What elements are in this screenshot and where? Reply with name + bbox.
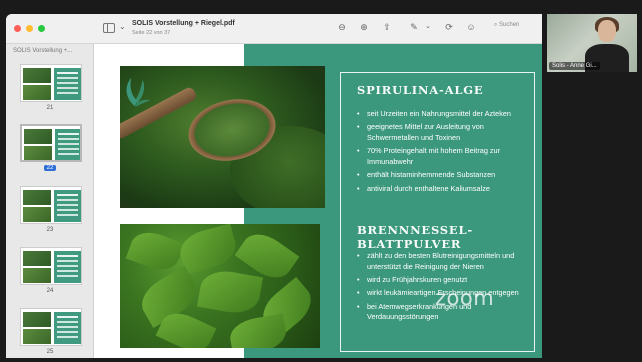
list-item: enthält histaminhemmende Substanzen (357, 170, 535, 181)
search-placeholder: Suchen (499, 22, 520, 28)
share-icon[interactable]: ⇪ (381, 22, 393, 33)
chevron-down-icon[interactable]: ⌄ (119, 22, 126, 31)
sidebar-header: SOLIS Vorstellung +... (13, 48, 73, 54)
page-thumbnail-21[interactable] (20, 64, 82, 102)
page-number-24: 24 (46, 288, 54, 294)
annotate-icon[interactable]: ☺ (465, 22, 477, 32)
zoom-watermark: zoom (435, 286, 495, 310)
page-thumbnail-22[interactable] (20, 124, 82, 162)
list-item: seit Urzeiten ein Nahrungsmittel der Azt… (357, 109, 535, 120)
section-heading-spirulina: SPIRULINA-ALGE (357, 83, 484, 97)
maximize-window-button[interactable] (38, 25, 45, 32)
slide-page: SPIRULINA-ALGE seit Urzeiten ein Nahrung… (94, 44, 542, 358)
rotate-icon[interactable]: ⟳ (443, 22, 455, 33)
page-number-21: 21 (46, 105, 54, 111)
info-panel: SPIRULINA-ALGE seit Urzeiten ein Nahrung… (340, 72, 535, 352)
sidebar-toggle-icon[interactable] (103, 23, 115, 33)
list-item: wird zu Frühjahrskuren genutzt (357, 275, 535, 286)
list-item: geeignetes Mittel zur Ausleitung von Sch… (357, 122, 535, 144)
participant-video-tile[interactable]: Solis - Anne Gi... (547, 14, 637, 72)
close-window-button[interactable] (14, 25, 21, 32)
list-item: antiviral durch enthaltene Kaliumsalze (357, 184, 535, 195)
zoom-out-icon[interactable]: ⊖ (336, 22, 348, 33)
leaf-logo-icon (126, 77, 151, 107)
section-heading-nettle: BRENNNESSEL-BLATTPULVER (357, 223, 473, 251)
chevron-down-icon[interactable]: ⌄ (422, 22, 434, 30)
page-number-22: 22 (6, 165, 94, 171)
nettle-leaves-photo (120, 224, 320, 348)
title-bar: ⌄ SOLIS Vorstellung + Riegel.pdf Seite 2… (6, 14, 542, 44)
page-thumbnail-25[interactable] (20, 308, 82, 346)
participant-name-label: Solis - Anne Gi... (549, 62, 600, 70)
spirulina-bullet-list: seit Urzeiten ein Nahrungsmittel der Azt… (357, 109, 535, 197)
list-item: zählt zu den besten Blutreinigungsmittel… (357, 251, 535, 273)
participant-face (598, 20, 616, 42)
list-item: 70% Proteingehalt mit hohem Beitrag zur … (357, 146, 535, 168)
thumbnail-sidebar: SOLIS Vorstellung +... 21 22 23 24 25 (6, 44, 94, 358)
document-title: SOLIS Vorstellung + Riegel.pdf (132, 20, 235, 27)
page-number-25: 25 (46, 349, 54, 355)
page-number-23: 23 (46, 227, 54, 233)
search-field[interactable]: ⌕ Suchen (494, 22, 519, 29)
minimize-window-button[interactable] (26, 25, 33, 32)
zoom-in-icon[interactable]: ⊕ (358, 22, 370, 33)
page-indicator: Seite 22 von 37 (132, 30, 171, 36)
page-thumbnail-23[interactable] (20, 186, 82, 224)
window-controls (14, 25, 45, 32)
markup-pen-icon[interactable]: ✎ (408, 22, 420, 33)
page-thumbnail-24[interactable] (20, 247, 82, 285)
search-icon: ⌕ (494, 22, 498, 28)
